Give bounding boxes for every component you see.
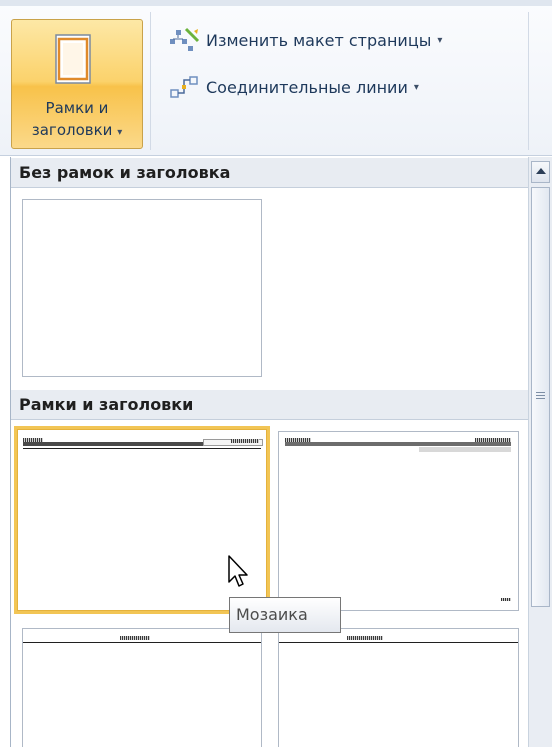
mosaic-title-bar [23, 442, 203, 446]
mosaic-title-hatch-right [231, 439, 259, 443]
style4-rule [279, 642, 518, 643]
borders-titles-label-line2: заголовки [31, 121, 113, 139]
mosaic-title-rule [23, 448, 261, 449]
change-page-layout-label: Изменить макет страницы [206, 30, 432, 50]
style3-hatch [120, 636, 150, 640]
style2-title-bar [285, 442, 511, 446]
chevron-down-icon: ▾ [413, 81, 419, 93]
page-icon [55, 34, 91, 84]
style2-shadow [419, 447, 511, 452]
gallery-item-style-2[interactable] [278, 431, 519, 611]
borders-titles-label-line2-wrap: заголовки ▾ [12, 120, 142, 143]
change-page-layout-button[interactable]: Изменить макет страницы ▾ [168, 25, 442, 55]
grip-line [536, 398, 545, 399]
gallery-item-style-3[interactable] [22, 628, 262, 747]
style4-hatch [347, 636, 383, 640]
scroll-up-arrow-icon[interactable] [531, 161, 550, 183]
tooltip: Мозаика [229, 597, 341, 633]
section-header-borders-titles: Рамки и заголовки [11, 390, 529, 420]
chevron-down-icon: ▾ [437, 34, 443, 46]
borders-titles-button[interactable]: Рамки и заголовки ▾ [11, 19, 143, 149]
grip-line [536, 395, 545, 396]
ribbon-top-edge [0, 0, 552, 6]
layout-change-icon [170, 27, 200, 51]
connector-icon [170, 76, 198, 98]
section-header-no-borders: Без рамок и заголовка [11, 158, 529, 188]
ribbon-separator [150, 12, 151, 150]
ribbon-separator-right [528, 12, 529, 150]
style2-corner-mark [501, 598, 511, 601]
mouse-pointer-icon [228, 555, 248, 587]
connector-lines-button[interactable]: Соединительные линии ▾ [168, 72, 419, 102]
scroll-thumb[interactable] [531, 187, 550, 607]
gallery-scrollbar[interactable] [528, 157, 552, 747]
style2-hatch-right [475, 438, 511, 442]
connector-lines-label: Соединительные линии [206, 77, 408, 97]
chevron-down-icon: ▾ [117, 127, 123, 138]
borders-titles-label-line1: Рамки и [45, 99, 109, 117]
gallery-item-no-borders[interactable] [22, 199, 262, 377]
grip-line [536, 392, 545, 393]
borders-titles-gallery: Без рамок и заголовка Рамки и заголовки [10, 157, 529, 747]
gallery-item-style-4[interactable] [278, 628, 519, 747]
ribbon-panel: Рамки и заголовки ▾ Изменить макет стран… [0, 0, 552, 156]
style3-rule [23, 642, 261, 643]
